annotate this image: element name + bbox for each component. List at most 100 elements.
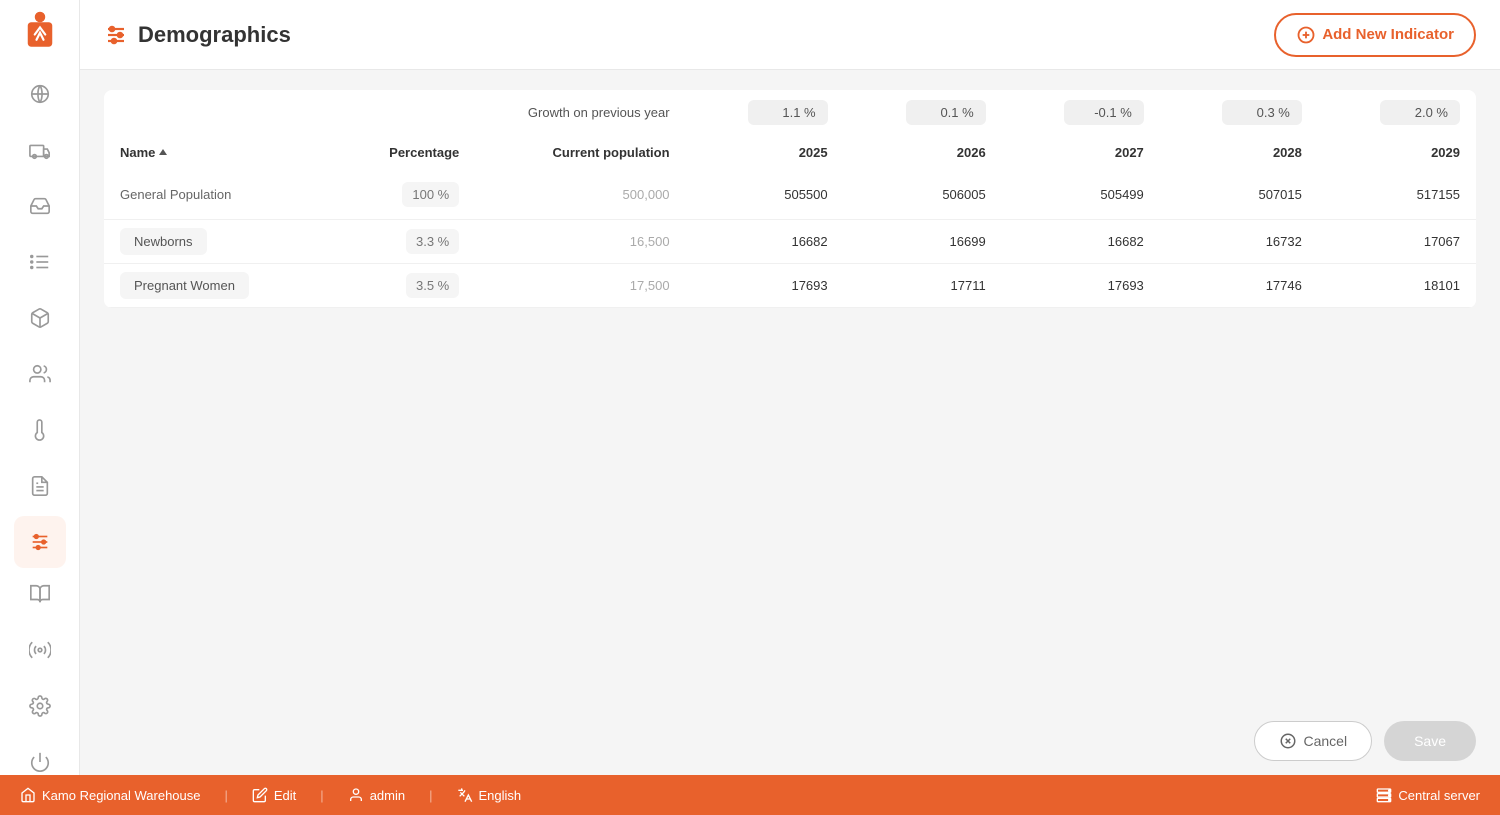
row2-y2028: 17746 <box>1160 264 1318 308</box>
table-row: General Population 100 % 500,000 505500 <box>104 170 1476 220</box>
y2027-col-header: 2027 <box>1115 145 1144 160</box>
row1-y2026: 16699 <box>844 220 1002 264</box>
table-row: Newborns 3.3 % 16,500 16682 <box>104 220 1476 264</box>
sidebar <box>0 0 80 775</box>
sidebar-item-inbox[interactable] <box>14 180 66 232</box>
col-header-2025: 2025 <box>686 135 844 170</box>
row1-y2026-value: 16699 <box>950 234 986 249</box>
row2-y2026: 17711 <box>844 264 1002 308</box>
col-header-percentage: Percentage <box>331 135 475 170</box>
header-title-group: Demographics <box>104 22 291 48</box>
sidebar-item-people[interactable] <box>14 348 66 400</box>
sidebar-item-book[interactable] <box>14 568 66 620</box>
sidebar-item-document[interactable] <box>14 460 66 512</box>
row1-y2028-value: 16732 <box>1266 234 1302 249</box>
sidebar-bottom <box>14 568 66 775</box>
row2-y2026-value: 17711 <box>951 278 986 293</box>
col-header-2026: 2026 <box>844 135 1002 170</box>
row2-curpop-value: 17,500 <box>630 278 670 293</box>
row0-name-value: General Population <box>120 187 231 202</box>
col-header-2028: 2028 <box>1160 135 1318 170</box>
footer-actions: Cancel Save <box>80 707 1500 775</box>
y2028-col-header: 2028 <box>1273 145 1302 160</box>
sidebar-item-globe[interactable] <box>14 68 66 120</box>
growth-label: Growth on previous year <box>528 105 670 120</box>
status-edit[interactable]: Edit <box>252 787 296 803</box>
row0-y2029-value: 517155 <box>1417 187 1460 202</box>
sidebar-item-thermometer[interactable] <box>14 404 66 456</box>
row0-y2026-value: 506005 <box>942 187 985 202</box>
status-warehouse[interactable]: Kamo Regional Warehouse <box>20 787 201 803</box>
sidebar-item-power[interactable] <box>14 736 66 775</box>
row2-name: Pregnant Women <box>104 264 331 308</box>
column-header-row: Name Percentage Current population <box>104 135 1476 170</box>
status-language[interactable]: English <box>457 787 522 803</box>
user-label: admin <box>370 788 405 803</box>
row0-y2027: 505499 <box>1002 170 1160 220</box>
sidebar-item-truck[interactable] <box>14 124 66 176</box>
row1-name: Newborns <box>104 220 331 264</box>
sidebar-item-signal[interactable] <box>14 624 66 676</box>
row2-y2027: 17693 <box>1002 264 1160 308</box>
add-indicator-label: Add New Indicator <box>1322 26 1454 43</box>
row1-name-value: Newborns <box>120 228 207 255</box>
col-header-2029: 2029 <box>1318 135 1476 170</box>
row0-y2028: 507015 <box>1160 170 1318 220</box>
name-col-header: Name <box>120 145 155 160</box>
language-label: English <box>479 788 522 803</box>
save-button[interactable]: Save <box>1384 721 1476 761</box>
sidebar-item-list[interactable] <box>14 236 66 288</box>
row0-y2028-value: 507015 <box>1258 187 1301 202</box>
home-icon <box>20 787 36 803</box>
row0-y2027-value: 505499 <box>1100 187 1143 202</box>
plus-circle-icon <box>1296 25 1316 45</box>
row0-y2029: 517155 <box>1318 170 1476 220</box>
row2-y2027-value: 17693 <box>1108 278 1144 293</box>
y2025-col-header: 2025 <box>799 145 828 160</box>
col-header-name: Name <box>104 135 331 170</box>
growth-val-2027: -0.1 % <box>1002 90 1160 135</box>
status-user[interactable]: admin <box>348 787 405 803</box>
server-label: Central server <box>1398 788 1480 803</box>
divider-2: | <box>320 788 323 803</box>
table-area: Growth on previous year 1.1 % 0.1 % -0.1… <box>80 70 1500 707</box>
cancel-button[interactable]: Cancel <box>1254 721 1372 761</box>
row0-pct: 100 % <box>331 170 475 220</box>
row1-y2025: 16682 <box>686 220 844 264</box>
edit-icon <box>252 787 268 803</box>
row2-curpop: 17,500 <box>475 264 685 308</box>
row1-curpop-value: 16,500 <box>630 234 670 249</box>
sidebar-item-settings[interactable] <box>14 680 66 732</box>
page-title: Demographics <box>138 22 291 48</box>
growth-val-2025: 1.1 % <box>686 90 844 135</box>
row1-y2028: 16732 <box>1160 220 1318 264</box>
add-indicator-button[interactable]: Add New Indicator <box>1274 13 1476 57</box>
row0-name: General Population <box>104 170 331 220</box>
cancel-label: Cancel <box>1303 733 1347 749</box>
row2-y2025-value: 17693 <box>791 278 827 293</box>
sidebar-item-sliders[interactable] <box>14 516 66 568</box>
sidebar-nav <box>14 68 66 568</box>
cancel-icon <box>1279 732 1297 750</box>
sort-asc-icon <box>159 149 167 155</box>
main-content: Demographics Add New Indicator Growth on… <box>80 0 1500 775</box>
row2-y2029: 18101 <box>1318 264 1476 308</box>
translate-icon <box>457 787 473 803</box>
row2-y2028-value: 17746 <box>1266 278 1302 293</box>
sliders-header-icon <box>104 23 128 47</box>
demographics-table: Growth on previous year 1.1 % 0.1 % -0.1… <box>104 90 1476 308</box>
col-header-2027: 2027 <box>1002 135 1160 170</box>
growth-label-cell: Growth on previous year <box>104 90 686 135</box>
divider-3: | <box>429 788 432 803</box>
row2-y2025: 17693 <box>686 264 844 308</box>
row2-name-value: Pregnant Women <box>120 272 249 299</box>
y2029-col-header: 2029 <box>1431 145 1460 160</box>
row1-y2029: 17067 <box>1318 220 1476 264</box>
row1-y2025-value: 16682 <box>791 234 827 249</box>
app-logo[interactable] <box>16 10 64 52</box>
status-server[interactable]: Central server <box>1376 787 1480 803</box>
row0-y2025-value: 505500 <box>784 187 827 202</box>
row0-pct-value: 100 % <box>402 182 459 207</box>
sidebar-item-cube[interactable] <box>14 292 66 344</box>
save-label: Save <box>1414 733 1446 749</box>
